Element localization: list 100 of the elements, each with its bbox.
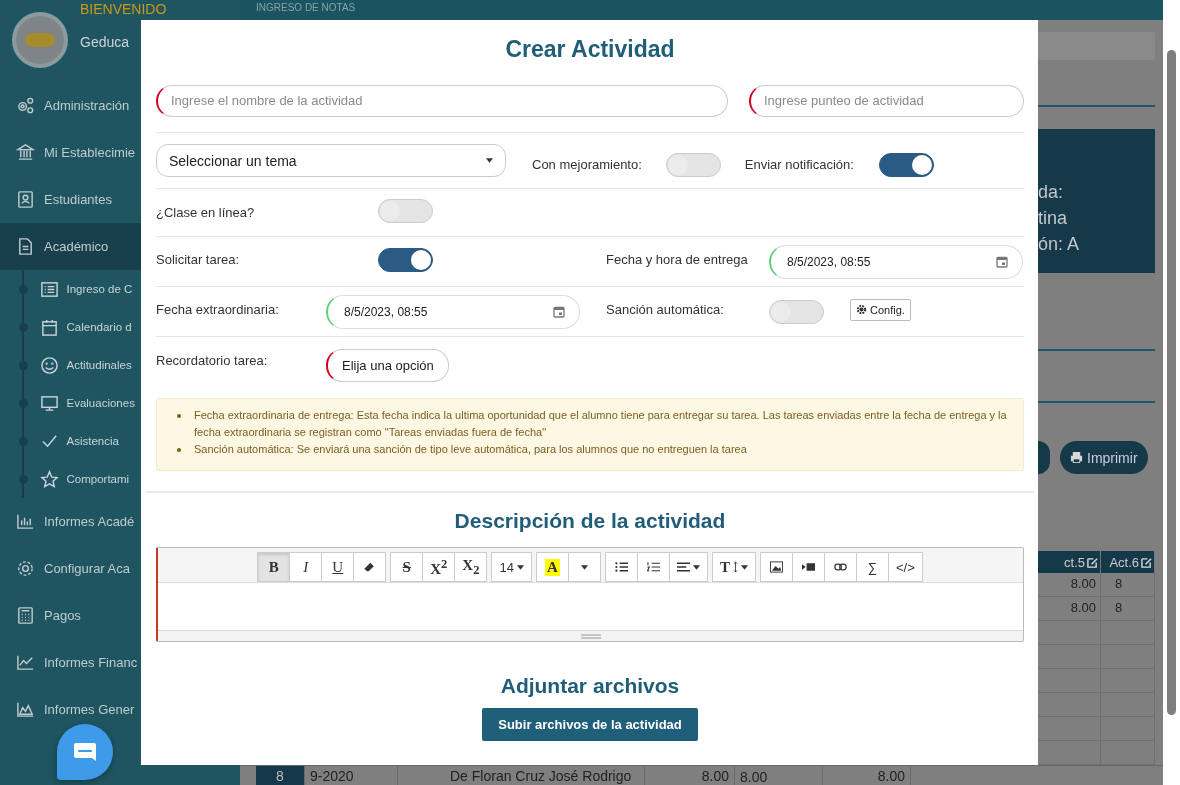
edit-icon[interactable]	[1141, 556, 1152, 568]
upload-button[interactable]: Subir archivos de la actividad	[482, 708, 698, 741]
bar-chart-icon	[16, 512, 35, 531]
info-text: tina	[1038, 207, 1069, 231]
scrollbar-thumb[interactable]	[1167, 50, 1176, 715]
calendar-icon	[553, 305, 565, 318]
info-text: ón: A	[1038, 233, 1081, 257]
submenu-item[interactable]: Calendario d	[39, 317, 132, 337]
table-cell: De Floran Cruz José Rodrigo	[398, 766, 645, 785]
note-text: Sanción automática: Se enviará una sanción de tipo leve automática, para los alumnos que no entreguen la tarea	[194, 442, 747, 457]
submenu-item[interactable]: Ingreso de C	[39, 279, 133, 299]
list-icon	[39, 279, 59, 299]
calculator-icon	[16, 606, 35, 625]
bullet-icon	[177, 448, 181, 452]
edit-icon[interactable]	[1087, 556, 1098, 568]
user-name: Geduca	[80, 33, 131, 52]
caret-icon	[486, 158, 493, 163]
image-icon	[769, 561, 783, 573]
smiley-icon	[39, 355, 59, 375]
bullet-icon	[177, 414, 181, 418]
submenu-item[interactable]: Evaluaciones	[39, 393, 135, 413]
calendar-icon	[996, 255, 1008, 268]
gear-icon	[16, 559, 35, 578]
numbered-list-button[interactable]	[636, 552, 670, 582]
line-chart-icon	[16, 653, 35, 672]
sidebar-item[interactable]: Informes Gener	[0, 686, 240, 733]
field-label: Recordatorio tarea:	[156, 352, 269, 368]
dialog-title: Crear Actividad	[504, 35, 676, 64]
font-size-dropdown[interactable]: 14	[491, 552, 532, 582]
table-cell: 8.00	[823, 766, 911, 785]
sidebar-item[interactable]: Pagos	[0, 592, 240, 639]
table-cell: 8	[1101, 573, 1155, 596]
sidebar-item[interactable]: Informes Acadé	[0, 498, 240, 545]
topic-select[interactable]: Seleccionar un tema	[156, 144, 506, 177]
table-cell: 8	[1101, 597, 1155, 620]
resize-handle-icon[interactable]	[580, 633, 601, 639]
video-icon	[801, 561, 815, 573]
config-button[interactable]: Config.	[850, 298, 911, 321]
logo-icon	[12, 12, 68, 68]
caret-icon	[692, 564, 700, 570]
info-text: da:	[1038, 181, 1065, 205]
reminder-select[interactable]: Elija una opción	[326, 348, 449, 382]
formula-button[interactable]: ∑	[855, 552, 889, 582]
toggle-switch[interactable]	[378, 248, 433, 272]
caret-icon	[740, 564, 748, 570]
field-label: Con mejoramiento:	[532, 157, 642, 172]
submenu-item[interactable]: Actitudinales	[39, 355, 132, 375]
strikethrough-button[interactable]: S	[390, 552, 424, 582]
align-dropdown[interactable]	[668, 552, 708, 582]
line-height-dropdown[interactable]: T	[711, 552, 756, 582]
bullet-list-button[interactable]	[604, 552, 638, 582]
submenu-item[interactable]: Asistencia	[39, 431, 119, 451]
table-cell: 8	[256, 766, 305, 785]
subscript-button[interactable]: X$_{2}$	[454, 552, 488, 582]
page-title: INGRESO DE NOTAS	[256, 2, 357, 14]
up-down-arrow-icon	[732, 561, 738, 573]
image-button[interactable]	[759, 552, 793, 582]
field-label: Fecha extraordinaria:	[156, 302, 280, 317]
bullet-list-icon	[614, 561, 628, 573]
column-header: Act.6	[1101, 551, 1155, 573]
gear-icon	[856, 304, 867, 315]
table-cell: 8.00	[735, 766, 823, 785]
sidebar-item[interactable]: Informes Financ	[0, 639, 240, 686]
field-label: Solicitar tarea:	[156, 252, 241, 267]
table-cell: 8.00	[645, 766, 735, 785]
section-title: Adjuntar archivos	[499, 673, 681, 699]
link-icon	[833, 561, 847, 573]
chat-bubble-icon	[73, 742, 97, 762]
calendar-icon	[39, 317, 59, 337]
field-label: Enviar notificación:	[744, 157, 854, 172]
code-view-button[interactable]: </>	[887, 552, 923, 582]
color-dropdown-button[interactable]	[567, 552, 601, 582]
table-cell: 9-2020	[305, 766, 398, 785]
italic-button[interactable]: I	[289, 552, 323, 582]
id-card-icon	[16, 190, 35, 209]
activity-name-input[interactable]: Ingrese el nombre de la actividad	[156, 84, 728, 117]
text-color-button[interactable]: A	[535, 552, 569, 582]
action-button[interactable]	[1038, 441, 1050, 474]
video-button[interactable]	[791, 552, 825, 582]
underline-button[interactable]: U	[321, 552, 355, 582]
sidebar-item[interactable]: Configurar Aca	[0, 545, 240, 592]
caret-icon	[580, 564, 588, 570]
caret-icon	[516, 564, 524, 570]
monitor-icon	[39, 393, 59, 413]
align-left-icon	[676, 561, 690, 573]
document-icon	[16, 237, 35, 256]
printer-icon	[1070, 451, 1083, 464]
submenu-item[interactable]: Comportami	[39, 469, 130, 489]
field-label: Fecha y hora de entrega	[606, 252, 749, 267]
section-title: Descripción de la actividad	[453, 508, 727, 534]
note-text: Fecha extraordinaria de entrega: Esta fecha indica la ultima oportunidad que el alumno tiene para entregar su tarea. Las tareas enviadas entre la fecha de entrega y la fecha extraordinaria se registran como "Tareas enviadas fuera de fecha"	[194, 408, 1008, 440]
star-icon	[39, 469, 59, 489]
superscript-button[interactable]: X$^{2}$	[422, 552, 456, 582]
eraser-button[interactable]	[353, 552, 387, 582]
toggle-switch[interactable]	[878, 152, 934, 177]
print-button[interactable]: Imprimir	[1060, 441, 1148, 474]
gears-icon	[16, 96, 35, 115]
score-input[interactable]: Ingrese punteo de actividad	[749, 84, 1024, 117]
link-button[interactable]	[823, 552, 857, 582]
bold-button[interactable]: B	[257, 552, 291, 582]
